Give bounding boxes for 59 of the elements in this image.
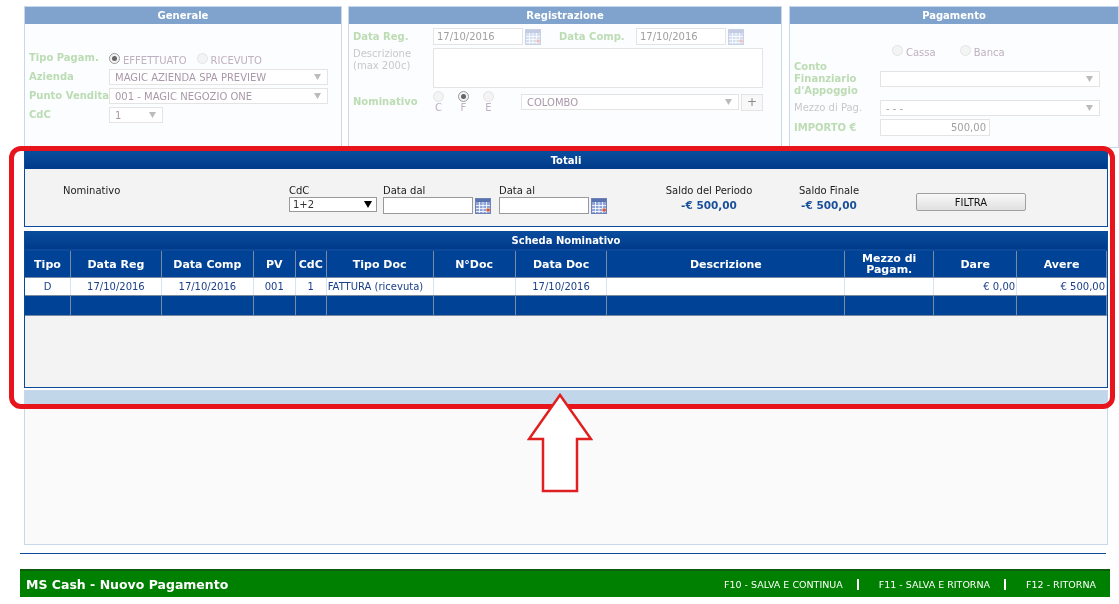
radio-button[interactable] — [458, 91, 469, 102]
caret-icon — [364, 201, 372, 208]
panel-header: Totali — [25, 152, 1107, 169]
shortcut-link[interactable]: F12 - RITORNA — [1004, 578, 1102, 590]
shortcut-link[interactable]: F10 - SALVA E CONTINUA — [710, 578, 857, 590]
field-label: Data al — [499, 184, 536, 197]
radio-label: Banca — [973, 47, 1005, 58]
dropdown[interactable]: 001 - MAGIC NEGOZIO ONE — [109, 88, 328, 104]
balance-value: -€ 500,00 — [681, 199, 737, 211]
dropdown[interactable]: 1+2 — [289, 197, 377, 212]
calendar-icon[interactable] — [591, 197, 607, 214]
calendar-icon[interactable] — [475, 197, 491, 214]
date-field[interactable] — [499, 197, 589, 214]
dropdown[interactable]: COLOMBO — [521, 94, 739, 110]
caret-icon — [1086, 76, 1093, 82]
field-label: Data Reg. — [353, 30, 410, 43]
field-label: Nominativo — [63, 184, 122, 197]
radio-label: RICEVUTO — [210, 55, 262, 66]
field-label: Data dal — [383, 184, 427, 197]
radio-label: EFFETTUATO — [123, 55, 187, 66]
panel-header: Registrazione — [349, 7, 781, 24]
balance-value: -€ 500,00 — [801, 199, 857, 211]
radio-label: Cassa — [906, 47, 936, 58]
caret-icon — [1086, 105, 1093, 111]
panel-header: Scheda Nominativo — [25, 232, 1107, 249]
field-label: IMPORTO € — [794, 121, 858, 134]
description-field[interactable] — [433, 48, 763, 88]
radio-button[interactable] — [109, 52, 120, 64]
amount-field[interactable]: 500,00 — [880, 119, 990, 136]
page-title: MS Cash - Nuovo Pagamento — [26, 576, 229, 592]
shortcut-link[interactable]: F11 - SALVA E RITORNA — [856, 578, 1005, 590]
date-field[interactable]: 17/10/2016 — [433, 28, 523, 45]
dropdown[interactable]: 1 — [109, 107, 163, 123]
balance-label: Saldo del Periodo — [665, 184, 753, 197]
caret-icon — [314, 74, 321, 80]
caret-icon — [314, 93, 321, 99]
add-button[interactable]: + — [741, 93, 763, 111]
field-label: Conto Finanziario d'Appoggio — [794, 61, 859, 97]
field-label: CdC — [29, 109, 52, 121]
radio-label: F — [460, 102, 467, 113]
field-label: Data Comp. — [559, 30, 626, 43]
field-label: Punto Vendita — [29, 90, 109, 102]
dropdown[interactable]: - - - — [880, 100, 1100, 116]
filter-button[interactable]: FILTRA — [916, 193, 1026, 211]
radio-label: C — [435, 102, 442, 113]
balance-label: Saldo Finale — [798, 184, 860, 197]
dropdown[interactable] — [880, 71, 1100, 87]
field-label: Tipo Pagam. — [29, 52, 100, 64]
dropdown[interactable]: MAGIC AZIENDA SPA PREVIEW — [109, 69, 328, 85]
field-label: Azienda — [29, 71, 75, 83]
field-label: CdC — [289, 184, 311, 197]
date-field[interactable] — [383, 197, 473, 214]
caret-icon — [725, 99, 732, 105]
panel-header: Pagamento — [790, 7, 1118, 24]
radio-label: E — [485, 102, 492, 113]
date-field[interactable]: 17/10/2016 — [636, 28, 726, 45]
panel-header: Generale — [25, 7, 341, 24]
caret-icon — [149, 112, 156, 118]
field-label: Nominativo — [353, 96, 419, 108]
